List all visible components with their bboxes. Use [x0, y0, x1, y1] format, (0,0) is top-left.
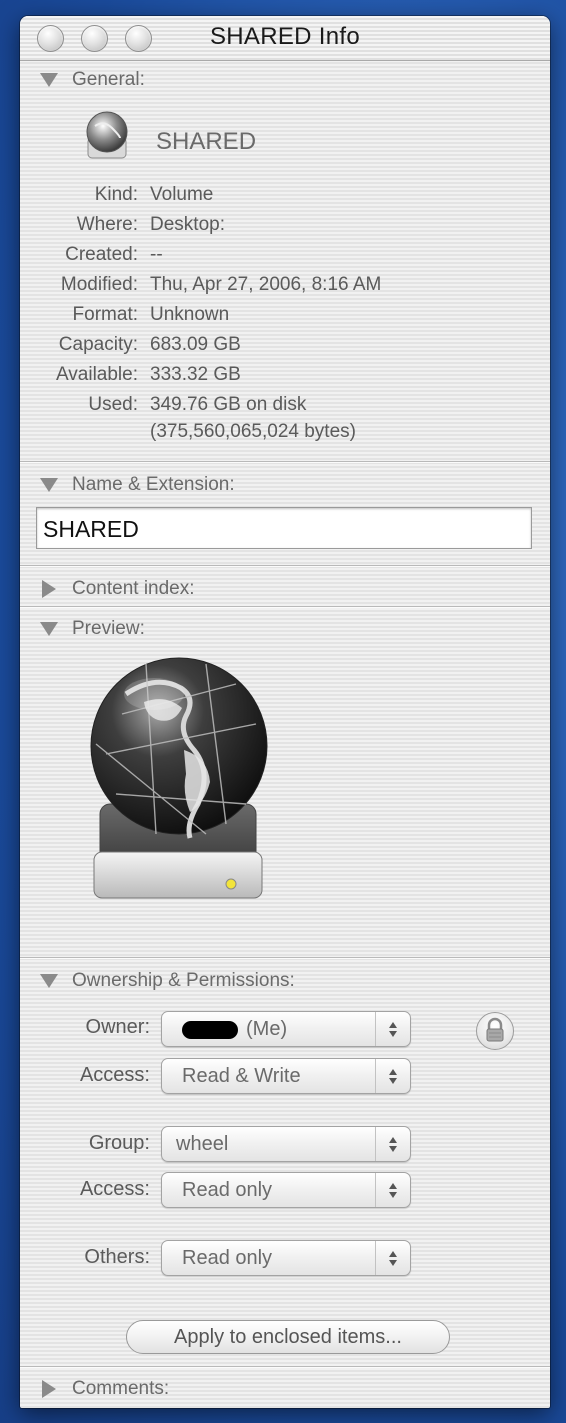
section-divider: [20, 606, 550, 608]
window-title: SHARED Info: [209, 23, 361, 50]
redacted-owner-mark: [182, 1020, 238, 1039]
info-value: Desktop:: [150, 214, 225, 235]
info-row-where: Where: Desktop:: [20, 214, 550, 242]
section-content-index-toggle[interactable]: Content index:: [40, 576, 195, 602]
section-comments-label: Comments:: [72, 1378, 170, 1399]
others-access-popup[interactable]: Read only: [161, 1240, 411, 1276]
triangle-right-icon[interactable]: [42, 580, 56, 598]
popup-arrows-icon: [375, 1012, 410, 1046]
owner-access-popup[interactable]: Read & Write: [161, 1058, 411, 1094]
info-key: Format:: [72, 304, 138, 325]
owner-label: Owner:: [85, 1016, 150, 1038]
network-volume-icon: [82, 108, 132, 164]
others-label: Others:: [84, 1246, 150, 1268]
triangle-down-icon[interactable]: [40, 974, 58, 988]
info-value: Unknown: [150, 304, 230, 325]
triangle-down-icon[interactable]: [40, 622, 58, 636]
info-row-modified: Modified: Thu, Apr 27, 2006, 8:16 AM: [20, 274, 550, 302]
group-access-label: Access:: [79, 1178, 150, 1200]
triangle-down-icon[interactable]: [40, 478, 58, 492]
group-popup[interactable]: wheel: [161, 1126, 411, 1162]
info-value: Thu, Apr 27, 2006, 8:16 AM: [150, 274, 382, 295]
info-key: Used:: [88, 394, 138, 415]
section-preview-label: Preview:: [72, 618, 145, 639]
info-value: (375,560,065,024 bytes): [150, 421, 356, 442]
info-value: 683.09 GB: [150, 334, 241, 355]
section-name-extension-label: Name & Extension:: [72, 474, 235, 495]
volume-preview-image: [86, 654, 272, 908]
lock-icon: [486, 1017, 504, 1042]
section-ownership-toggle[interactable]: Ownership & Permissions:: [40, 968, 295, 994]
info-key: Available:: [55, 364, 138, 385]
volume-name: SHARED: [156, 128, 257, 155]
section-divider: [20, 565, 550, 567]
info-value: 349.76 GB on disk: [150, 394, 307, 415]
section-divider: [20, 957, 550, 959]
section-ownership-label: Ownership & Permissions:: [72, 970, 295, 991]
owner-access-label: Access:: [79, 1064, 150, 1086]
info-key: Capacity:: [58, 334, 138, 355]
group-value: wheel: [176, 1133, 229, 1155]
info-row-created: Created: --: [20, 244, 550, 272]
section-name-extension-toggle[interactable]: Name & Extension:: [40, 472, 235, 498]
info-row-used-bytes: (375,560,065,024 bytes): [20, 421, 550, 449]
apply-to-enclosed-button[interactable]: Apply to enclosed items...: [126, 1320, 450, 1354]
section-general-toggle[interactable]: General:: [40, 67, 145, 93]
section-comments-toggle[interactable]: Comments:: [40, 1376, 169, 1402]
section-preview-toggle[interactable]: Preview:: [40, 616, 145, 642]
section-divider: [20, 1366, 550, 1368]
info-value: --: [150, 244, 163, 265]
info-key: Where:: [76, 214, 138, 235]
triangle-down-icon[interactable]: [40, 73, 58, 87]
info-key: Modified:: [60, 274, 138, 295]
info-row-available: Available: 333.32 GB: [20, 364, 550, 392]
owner-access-value: Read & Write: [182, 1065, 301, 1087]
group-access-value: Read only: [182, 1179, 273, 1201]
owner-popup[interactable]: (Me): [161, 1011, 411, 1047]
name-field[interactable]: SHARED: [36, 507, 532, 549]
section-divider: [20, 461, 550, 463]
info-row-kind: Kind: Volume: [20, 184, 550, 212]
info-value: Volume: [150, 184, 214, 205]
info-window: SHARED Info General: SHARED Kind: Volume…: [20, 16, 550, 1408]
popup-arrows-icon: [375, 1127, 410, 1161]
info-row-used: Used: 349.76 GB on disk: [20, 394, 550, 422]
section-general-label: General:: [72, 69, 145, 90]
owner-value: (Me): [246, 1018, 288, 1040]
info-row-capacity: Capacity: 683.09 GB: [20, 334, 550, 362]
info-key: Kind:: [94, 184, 138, 205]
triangle-right-icon[interactable]: [42, 1380, 56, 1398]
group-access-popup[interactable]: Read only: [161, 1172, 411, 1208]
popup-arrows-icon: [375, 1241, 410, 1275]
others-access-value: Read only: [182, 1247, 273, 1269]
section-content-index-label: Content index:: [72, 578, 195, 599]
popup-arrows-icon: [375, 1059, 410, 1093]
info-value: 333.32 GB: [150, 364, 241, 385]
popup-arrows-icon: [375, 1173, 410, 1207]
info-row-format: Format: Unknown: [20, 304, 550, 332]
group-label: Group:: [88, 1132, 150, 1154]
info-key: Created:: [65, 244, 138, 265]
lock-button[interactable]: [476, 1012, 514, 1050]
title-bar[interactable]: SHARED Info: [20, 16, 550, 61]
